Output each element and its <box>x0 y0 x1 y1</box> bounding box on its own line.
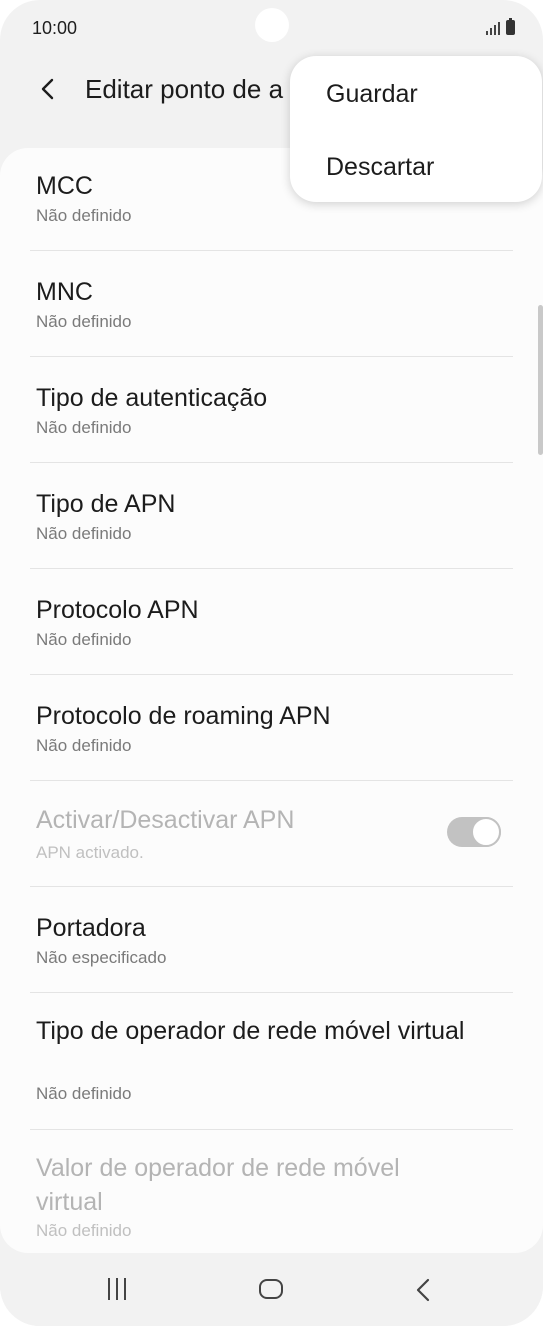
scrollbar[interactable] <box>538 305 543 455</box>
back-icon[interactable] <box>412 1277 436 1303</box>
list-item-auth-type[interactable]: Tipo de autenticação Não definido <box>0 357 543 463</box>
list-item-subtitle: APN activado. <box>36 843 144 862</box>
list-item-subtitle: Não definido <box>36 736 132 755</box>
list-item-subtitle: Não definido <box>36 1221 132 1240</box>
status-time: 10:00 <box>32 18 78 38</box>
list-item-subtitle: Não definido <box>36 630 132 649</box>
list-item-bearer[interactable]: Portadora Não especificado <box>0 887 543 993</box>
apn-settings-list: MCC Não definido MNC Não definido Tipo d… <box>0 148 543 1253</box>
navigation-bar <box>0 1253 543 1326</box>
list-item-apn-roaming-protocol[interactable]: Protocolo de roaming APN Não definido <box>0 675 543 781</box>
toggle-knob <box>471 817 501 847</box>
list-item-title: Portadora <box>36 914 146 942</box>
list-item-title: MNC <box>36 278 93 306</box>
overflow-menu: Guardar Descartar <box>290 56 542 202</box>
phone-screen: 10:00 Editar ponto de a MCC Não definido <box>0 0 543 1326</box>
list-item-title: Tipo de operador de rede móvel virtual <box>36 1017 465 1045</box>
list-item-apn-enable: Activar/Desactivar APN APN activado. <box>0 781 543 887</box>
status-bar: 10:00 <box>0 0 543 58</box>
list-item-title: Protocolo de roaming APN <box>36 702 331 730</box>
list-item-title: Protocolo APN <box>36 596 199 624</box>
list-item-title: Valor de operador de rede móvel virtual <box>36 1154 400 1216</box>
menu-item-save[interactable]: Guardar <box>326 80 418 109</box>
list-item-mnc[interactable]: MNC Não definido <box>0 251 543 357</box>
list-item-subtitle: Não definido <box>36 524 132 543</box>
list-item-subtitle: Não definido <box>36 206 132 225</box>
page-title: Editar ponto de a <box>85 74 284 104</box>
camera-cutout <box>255 8 289 42</box>
signal-icon <box>486 21 500 35</box>
list-item-title: Tipo de autenticação <box>36 384 268 412</box>
recents-icon[interactable] <box>108 1278 126 1300</box>
battery-icon <box>506 18 515 35</box>
menu-item-discard[interactable]: Descartar <box>326 153 434 182</box>
list-item-mvno-type[interactable]: Tipo de operador de rede móvel virtual N… <box>0 993 543 1130</box>
list-item-apn-type[interactable]: Tipo de APN Não definido <box>0 463 543 569</box>
list-item-subtitle: Não definido <box>36 418 132 437</box>
back-arrow-icon[interactable] <box>34 74 64 104</box>
home-icon[interactable] <box>259 1279 283 1299</box>
list-item-subtitle: Não definido <box>36 312 132 331</box>
list-item-title: Tipo de APN <box>36 490 176 518</box>
list-item-subtitle: Não definido <box>36 1084 132 1103</box>
status-icons <box>486 18 515 35</box>
apn-enable-toggle <box>447 817 501 847</box>
list-item-apn-protocol[interactable]: Protocolo APN Não definido <box>0 569 543 675</box>
list-item-subtitle: Não especificado <box>36 948 167 967</box>
list-item-title: Activar/Desactivar APN <box>36 806 295 834</box>
list-item-mvno-value: Valor de operador de rede móvel virtual … <box>0 1130 543 1253</box>
